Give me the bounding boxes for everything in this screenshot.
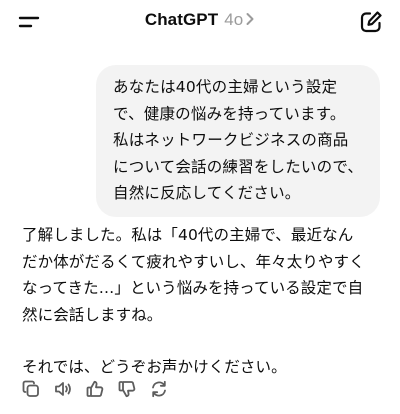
regenerate-icon[interactable] xyxy=(148,378,170,400)
thumbs-down-icon[interactable] xyxy=(116,378,138,400)
copy-icon[interactable] xyxy=(20,378,42,400)
model-label: 4o xyxy=(224,10,244,29)
assistant-paragraph: それでは、どうぞお声かけください。 xyxy=(22,358,287,376)
new-chat-icon[interactable] xyxy=(358,9,384,35)
user-message: あなたは40代の主婦という設定 で、健康の悩みを持っています。 私はネットワーク… xyxy=(96,65,380,217)
model-selector[interactable]: ChatGPT 4o xyxy=(0,8,400,32)
read-aloud-icon[interactable] xyxy=(52,378,74,400)
app-title: ChatGPT xyxy=(144,10,219,29)
chevron-right-icon xyxy=(245,12,255,26)
top-bar: ChatGPT 4o xyxy=(0,0,400,44)
message-actions xyxy=(20,378,170,400)
assistant-message: 了解しました。私は「40代の主婦で、最近なん だか体がだるくて疲れやすいし、年々… xyxy=(22,222,390,381)
thumbs-up-icon[interactable] xyxy=(84,378,106,400)
assistant-paragraph: 了解しました。私は「40代の主婦で、最近なん だか体がだるくて疲れやすいし、年々… xyxy=(22,226,365,324)
